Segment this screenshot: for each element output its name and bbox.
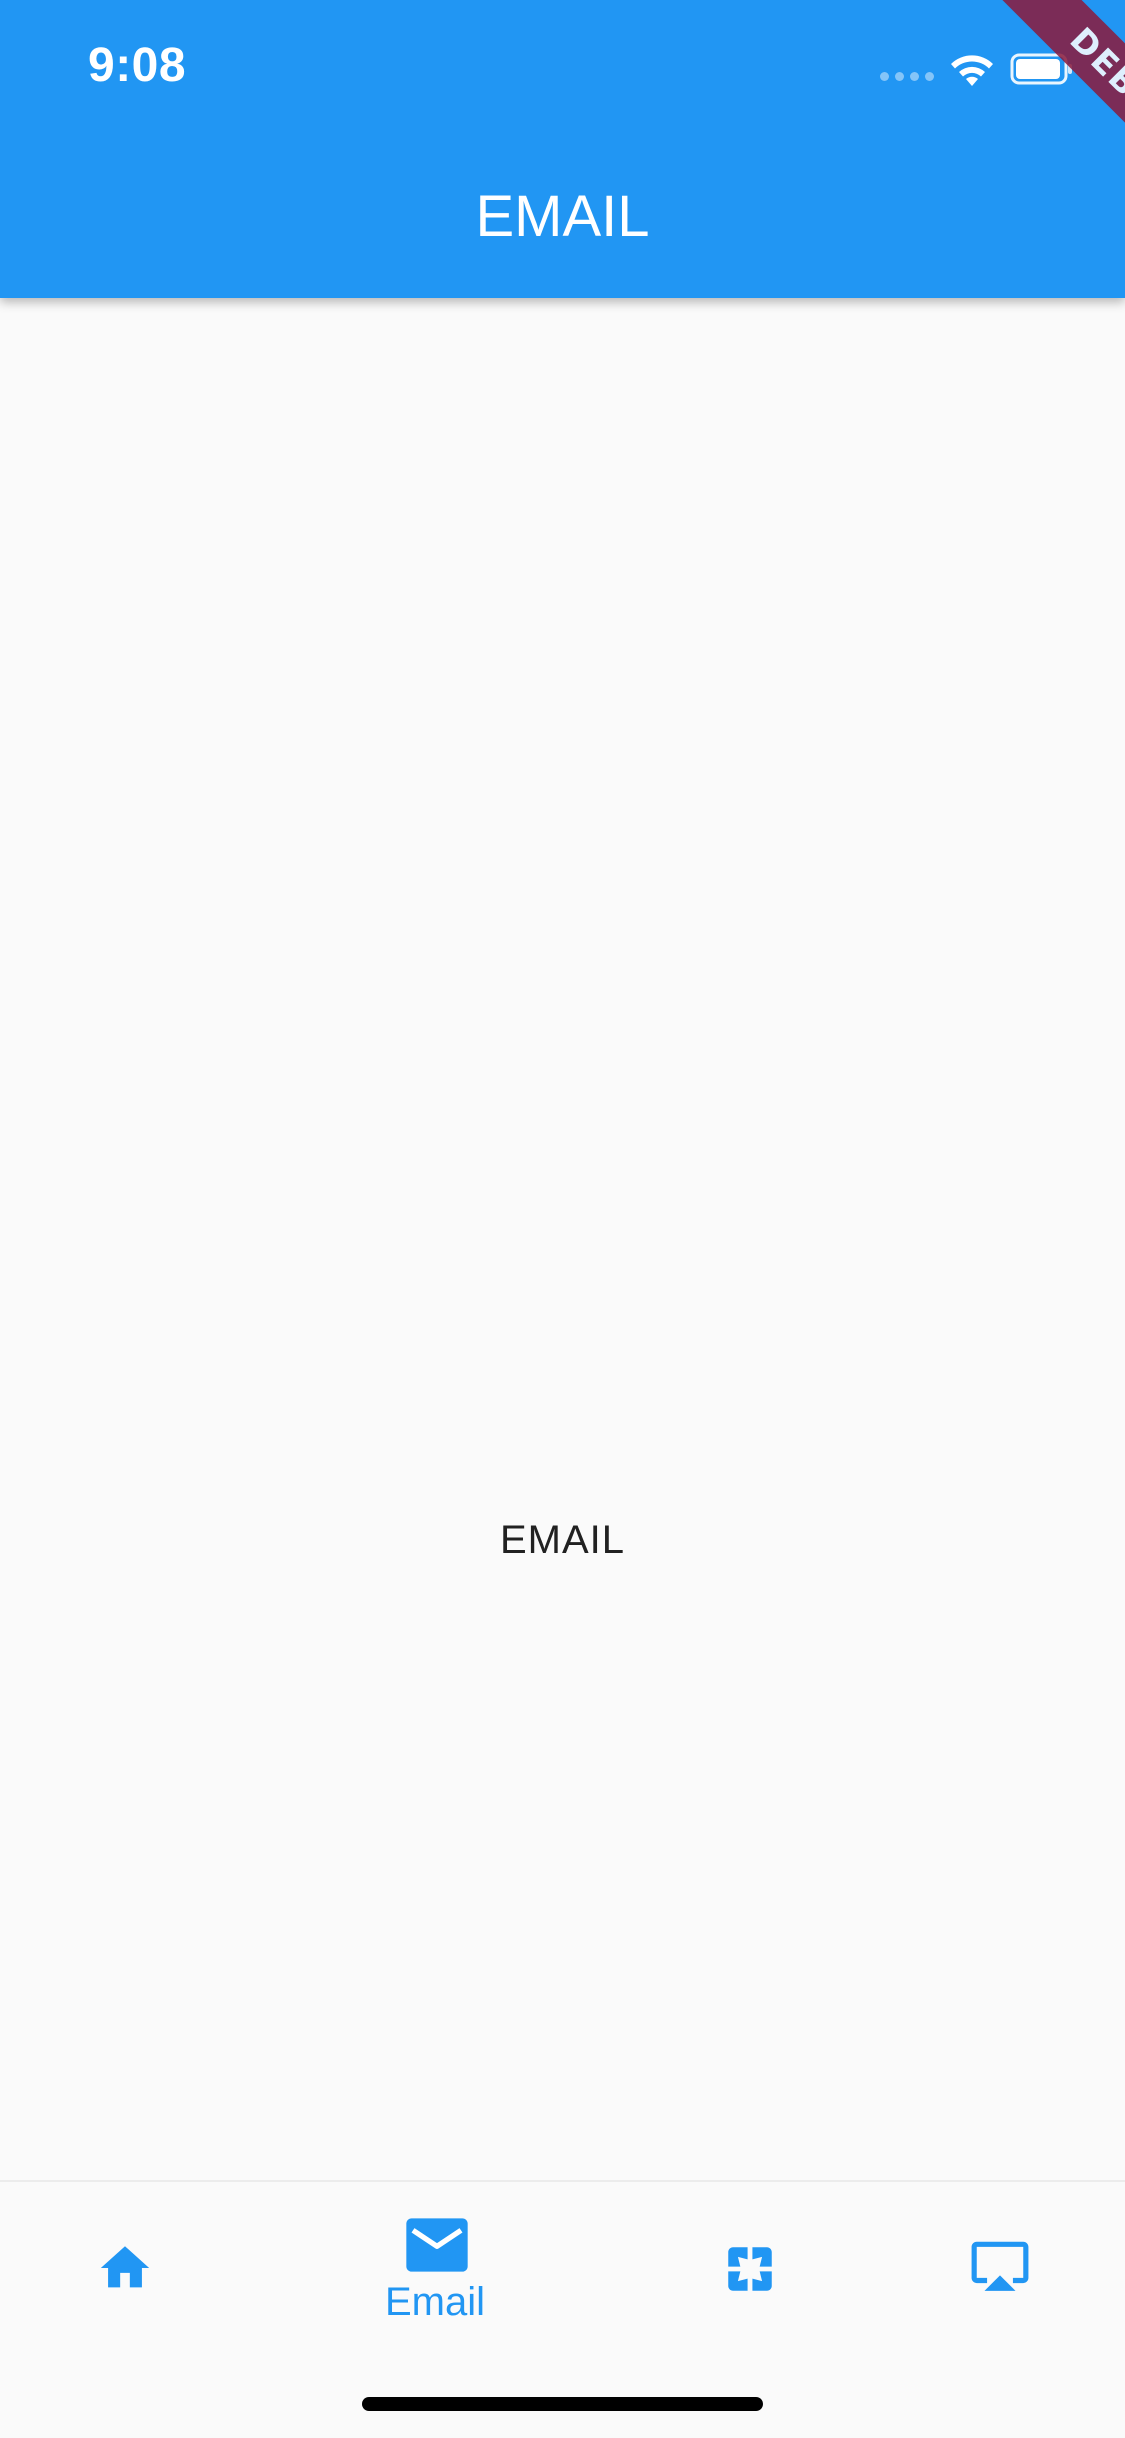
battery-icon: [1010, 53, 1072, 85]
status-time: 9:08: [88, 39, 187, 92]
app-bar: 9:08 EMAIL: [0, 0, 1125, 298]
email-icon: [406, 2218, 468, 2272]
signal-dots-icon: [880, 72, 934, 81]
app-title: EMAIL: [475, 184, 650, 249]
home-indicator[interactable]: [362, 2397, 763, 2411]
content-label: EMAIL: [499, 1518, 626, 1562]
nav-item-pages[interactable]: [665, 2182, 835, 2372]
wifi-icon: [951, 55, 993, 86]
nav-item-airplay[interactable]: [915, 2182, 1085, 2372]
nav-item-home[interactable]: [40, 2182, 210, 2372]
nav-item-email[interactable]: Email: [340, 2182, 530, 2372]
airplay-icon: [971, 2241, 1029, 2291]
nav-label-email: Email: [385, 2280, 486, 2324]
main-content: EMAIL: [0, 298, 1125, 2180]
pages-icon: [728, 2247, 772, 2291]
home-icon: [100, 2246, 150, 2288]
